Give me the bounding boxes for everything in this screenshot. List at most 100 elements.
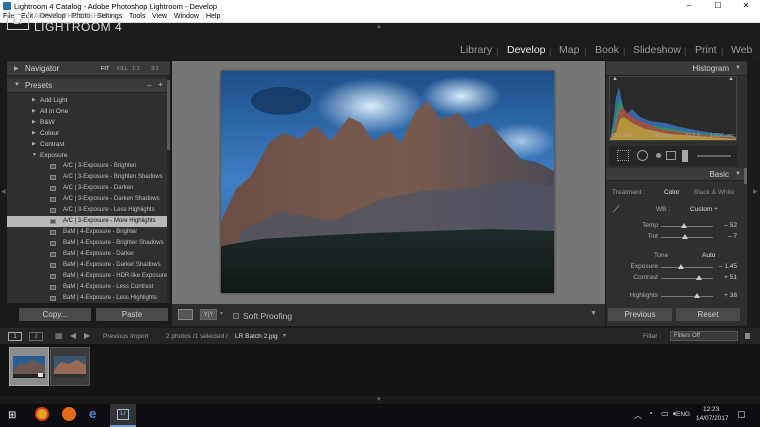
filter-lock-icon[interactable] [745,333,750,339]
selected-filename[interactable]: LR Batch 2.jpg [235,333,278,340]
soft-proofing-checkbox[interactable] [233,313,239,319]
preset-folder[interactable]: ▶ B&W [7,117,170,128]
red-eye-icon[interactable] [656,153,661,158]
second-window-button[interactable]: 2 [29,332,43,341]
preset-folder[interactable]: ▶ Add Light [7,95,170,106]
module-web[interactable]: Web [731,44,752,56]
preset-item[interactable]: BaM | 4-Exposure - Less Contrast [7,282,170,293]
slider-thumb[interactable] [696,275,703,280]
treatment-color[interactable]: Color [664,189,680,196]
close-button[interactable]: ✕ [732,0,760,12]
preset-item[interactable]: BaM | 4-Exposure - Darker [7,249,170,260]
source-label[interactable]: Previous Import [103,333,149,340]
brush-slider-track[interactable] [697,155,731,157]
menu-window[interactable]: Window [174,13,199,20]
right-scrollbar-thumb[interactable] [744,168,747,184]
highlight-clipping-icon[interactable]: ▲ [728,77,734,82]
adjustment-brush-icon[interactable] [682,150,688,162]
right-panel-toggle-icon[interactable]: ▶ [753,188,759,195]
presets-header[interactable]: ▼ Presets – + [7,79,170,93]
spot-removal-icon[interactable] [637,150,648,161]
preset-folder[interactable]: ▶ Contrast [7,139,170,150]
navigator-header[interactable]: ▶ Navigator FIT FILL 1:1 3:1 [7,62,170,76]
forward-arrow-icon[interactable]: ▶ [84,331,90,340]
clock-time[interactable]: 12:23 [703,406,719,413]
wb-eyedropper-icon[interactable]: ⟋ [613,204,619,215]
nav-3-1[interactable]: 3:1 [151,66,159,72]
slider-thumb[interactable] [677,264,684,269]
filmstrip-thumbnail[interactable] [50,347,90,386]
wb-dropdown[interactable]: Custom ÷ [690,206,718,213]
previous-button[interactable]: Previous [608,308,672,321]
slider-thumb[interactable] [681,223,688,228]
module-print[interactable]: Print [695,44,717,56]
filename-dropdown-icon[interactable]: ▾ [283,332,286,339]
preset-item[interactable]: A/C | 3-Exposure - Brighten [7,161,170,172]
preset-item[interactable]: A/C | 3-Exposure - Darken [7,183,170,194]
module-book[interactable]: Book [595,44,619,56]
histogram-header[interactable]: Histogram ▼ [606,62,747,76]
preset-item[interactable]: A/C | 3-Exposure - Darken Shadows [7,194,170,205]
preset-folder[interactable]: ▶ Colour [7,128,170,139]
main-window-button[interactable]: 1 [8,332,22,341]
slider-value[interactable]: – 7 [728,233,737,240]
slider-thumb[interactable] [682,234,689,239]
shadow-clipping-icon[interactable]: ▲ [612,77,618,82]
slider-track[interactable] [661,296,713,297]
left-scrollbar-thumb[interactable] [167,80,170,150]
preset-folder-exposure[interactable]: ▼ Exposure [7,150,170,161]
preset-item[interactable]: BaM | 4-Exposure - Less Highlights [7,293,170,304]
slider-thumb[interactable] [694,293,701,298]
view-dropdown-icon[interactable]: ▾ [220,310,223,317]
slider-value[interactable]: + 38 [724,292,737,299]
firefox-icon[interactable] [62,407,76,421]
copy-button[interactable]: Copy... [19,308,91,321]
grid-view-icon[interactable]: ▦ [55,331,63,340]
basic-header[interactable]: Basic ▼ [606,168,747,181]
preset-item[interactable]: BaM | 4-Exposure - Darker Shadows [7,260,170,271]
remove-preset-button[interactable]: – [147,81,151,90]
loupe-view-button[interactable] [178,309,193,320]
nav-1-1[interactable]: 1:1 [132,66,140,72]
preset-item[interactable]: BaM | 4-Exposure - Brighter Shadows [7,238,170,249]
battery-icon[interactable]: ▭ [661,409,669,418]
menu-tools[interactable]: Tools [129,13,145,20]
preset-item[interactable]: A/C | 3-Exposure - Brighten Shadows [7,172,170,183]
nav-fill[interactable]: FILL [117,66,128,72]
internet-explorer-icon[interactable]: e [89,406,96,421]
crop-tool-icon[interactable] [617,150,629,161]
module-map[interactable]: Map [559,44,579,56]
add-preset-button[interactable]: + [158,80,163,89]
module-slideshow[interactable]: Slideshow [633,44,681,56]
maximize-button[interactable]: ☐ [704,0,732,12]
toolbar-menu-icon[interactable]: ▼ [590,310,597,317]
lightroom-taskbar-button[interactable]: Lr [110,404,136,427]
clock-date[interactable]: 14/07/2017 [696,415,729,422]
nav-fit[interactable]: FIT [101,66,109,72]
module-develop[interactable]: Develop [507,44,546,56]
filmstrip-toggle-icon[interactable]: ▼ [376,397,382,403]
top-panel-toggle-icon[interactable]: ▲ [376,24,382,30]
wifi-icon[interactable]: ◔ [648,409,653,418]
preset-item[interactable]: A/C | 3-Exposure - Less Highlights [7,205,170,216]
slider-value[interactable]: – 52 [724,222,737,229]
module-library[interactable]: Library [460,44,492,56]
preset-item[interactable]: BaM | 4-Exposure - HDR-like Exposure [7,271,170,282]
histogram[interactable]: ▲ ▲ ISO 200 30 mm f / 2.8 1/200 sec [609,76,737,141]
slider-value[interactable]: + 51 [724,274,737,281]
filmstrip-thumbnail[interactable] [9,347,49,386]
reset-button[interactable]: Reset [676,308,740,321]
preset-item[interactable]: BaM | 4-Exposure - Brighter [7,227,170,238]
graduated-filter-icon[interactable] [666,151,676,160]
preset-item[interactable]: A/C | 3-Exposure - More Highlights [7,216,170,227]
notifications-icon[interactable]: ▢ [737,409,746,420]
minimize-button[interactable]: – [675,0,703,12]
slider-track[interactable] [661,278,713,279]
preset-folder[interactable]: ▶ All in One [7,106,170,117]
slider-value[interactable]: – 1.45 [719,263,737,270]
treatment-bw[interactable]: Black & White [694,189,734,196]
menu-help[interactable]: Help [206,13,220,20]
filter-dropdown[interactable]: Filters Off [670,331,738,341]
language-indicator[interactable]: ENG [676,411,690,418]
paste-button[interactable]: Paste [96,308,168,321]
